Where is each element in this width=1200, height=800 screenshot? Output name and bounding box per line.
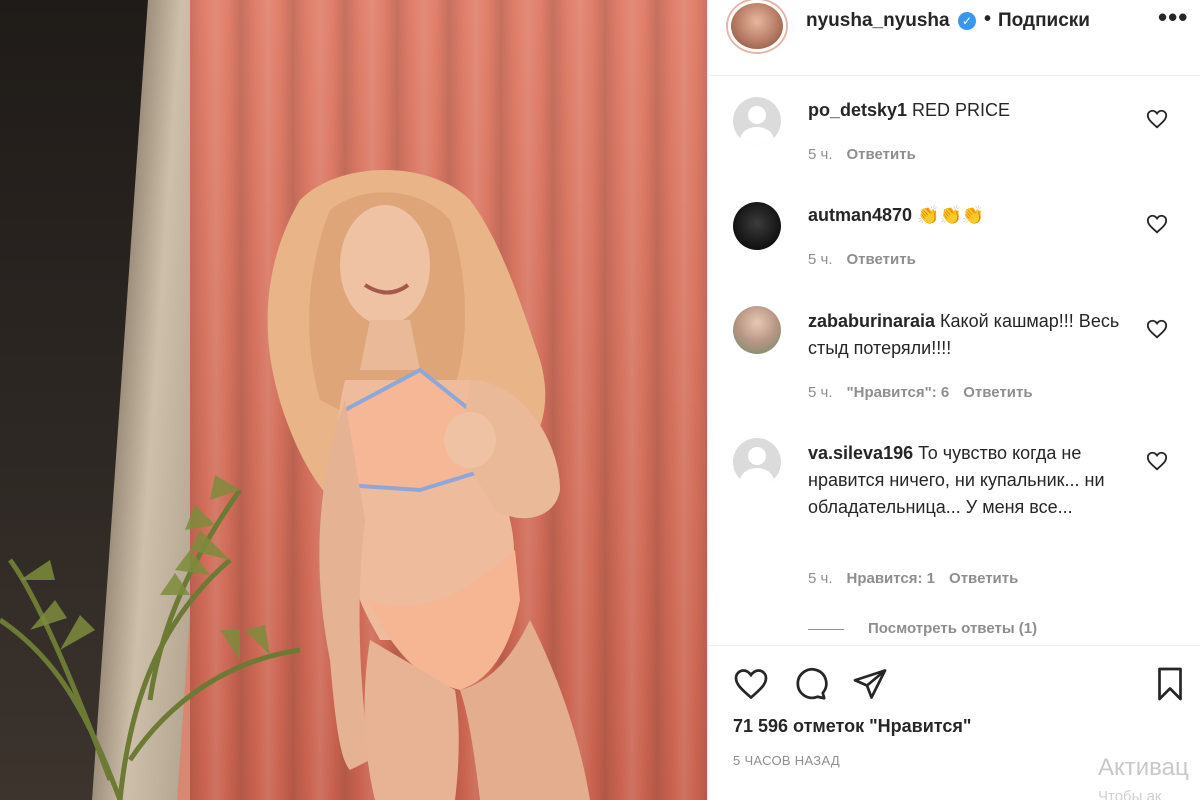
comment-item: autman4870 👏👏👏 5 ч. Ответить — [708, 200, 1200, 290]
following-button[interactable]: Подписки — [998, 10, 1090, 32]
comment-like-count[interactable]: "Нравится": 6 — [847, 384, 950, 401]
comment-meta: 5 ч. Нравится: 1 Ответить — [808, 570, 1032, 587]
comment-text: RED PRICE — [912, 100, 1011, 120]
post-actions: 71 596 отметок "Нравится" 5 ЧАСОВ НАЗАД … — [708, 645, 1200, 800]
heart-icon[interactable] — [1146, 318, 1168, 340]
comment-item: po_detsky1 RED PRICE 5 ч. Ответить — [708, 95, 1200, 185]
model-figure — [0, 170, 590, 800]
activation-watermark-subtext: Чтобы ак — [1098, 788, 1162, 800]
verified-badge-icon: ✓ — [958, 12, 976, 30]
photo-avatar[interactable] — [733, 306, 781, 354]
comment-like-count[interactable]: Нравится: 1 — [847, 570, 936, 587]
comment-time[interactable]: 5 ч. — [808, 251, 833, 268]
bookmark-icon[interactable] — [1152, 666, 1188, 702]
heart-icon[interactable] — [1146, 450, 1168, 472]
view-replies-button[interactable]: Посмотреть ответы (1) — [808, 620, 1037, 637]
heart-icon[interactable] — [1146, 108, 1168, 130]
comment-time[interactable]: 5 ч. — [808, 570, 833, 587]
heart-icon[interactable] — [733, 666, 769, 702]
comment-body: autman4870 👏👏👏 — [808, 202, 1138, 229]
comment-body: po_detsky1 RED PRICE — [808, 97, 1138, 124]
likes-count[interactable]: 71 596 отметок "Нравится" — [733, 716, 971, 737]
author-avatar[interactable] — [728, 0, 786, 52]
comment-time[interactable]: 5 ч. — [808, 384, 833, 401]
heart-icon[interactable] — [1146, 213, 1168, 235]
reply-button[interactable]: Ответить — [847, 146, 916, 163]
reply-button[interactable]: Ответить — [847, 251, 916, 268]
comment-item: va.sileva196 То чувство когда не нравится… — [708, 438, 1200, 608]
comment-username[interactable]: zababurinaraia — [808, 311, 935, 331]
default-avatar[interactable] — [733, 97, 781, 145]
comment-username[interactable]: va.sileva196 — [808, 443, 913, 463]
default-avatar[interactable] — [733, 438, 781, 486]
activation-watermark: Активац — [1098, 754, 1189, 781]
post-side-panel: nyusha_nyusha ✓ • Подписки ••• po_detsky… — [707, 0, 1200, 800]
reply-button[interactable]: Ответить — [963, 384, 1032, 401]
comment-username[interactable]: autman4870 — [808, 205, 912, 225]
comment-meta: 5 ч. Ответить — [808, 146, 930, 163]
dark-avatar[interactable] — [733, 202, 781, 250]
view-replies-label: Посмотреть ответы (1) — [868, 620, 1038, 637]
comment-item: zababurinaraia Какой кашмар!!! Весь стыд … — [708, 306, 1200, 416]
more-options-icon[interactable]: ••• — [1158, 2, 1188, 33]
comment-username[interactable]: po_detsky1 — [808, 100, 907, 120]
comment-body: zababurinaraia Какой кашмар!!! Весь стыд … — [808, 308, 1138, 362]
author-username[interactable]: nyusha_nyusha — [806, 10, 950, 32]
post-photo[interactable] — [0, 0, 707, 800]
comment-time[interactable]: 5 ч. — [808, 146, 833, 163]
comment-body: va.sileva196 То чувство когда не нравится… — [808, 440, 1138, 521]
post-header: nyusha_nyusha ✓ • Подписки ••• — [708, 0, 1200, 76]
header-separator: • — [984, 8, 992, 30]
comment-text: 👏👏👏 — [917, 205, 985, 225]
post-time-ago[interactable]: 5 ЧАСОВ НАЗАД — [733, 753, 840, 768]
comment-meta: 5 ч. Ответить — [808, 251, 930, 268]
share-icon[interactable] — [852, 666, 888, 702]
reply-button[interactable]: Ответить — [949, 570, 1018, 587]
replies-divider — [808, 628, 844, 630]
comment-meta: 5 ч. "Нравится": 6 Ответить — [808, 384, 1047, 401]
comment-icon[interactable] — [792, 666, 828, 702]
